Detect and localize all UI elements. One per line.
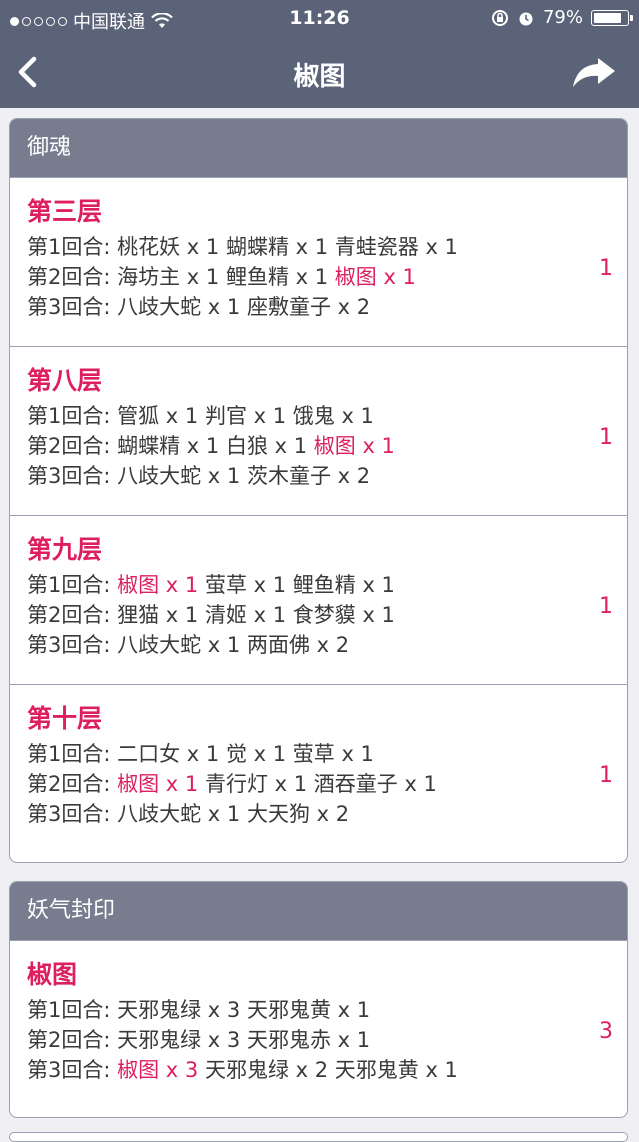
list-item[interactable]: 第九层 第1回合: 椒图 x 1 萤草 x 1 鲤鱼精 x 1 第2回合: 狸猫…: [10, 515, 627, 684]
list-item[interactable]: 椒图 第1回合: 天邪鬼绿 x 3 天邪鬼黄 x 1 第2回合: 天邪鬼绿 x …: [10, 940, 627, 1109]
page-title: 椒图: [293, 62, 346, 92]
count-badge: 1: [599, 256, 613, 281]
round-line: 第1回合: 桃花妖 x 1 蝴蝶精 x 1 青蛙瓷器 x 1: [27, 235, 458, 259]
count-badge: 1: [599, 763, 613, 788]
count-badge: 3: [599, 1019, 613, 1044]
layer-title: 第八层: [27, 366, 103, 395]
battery-percent: 79%: [542, 7, 583, 28]
share-icon[interactable]: [571, 54, 617, 90]
status-bar: 中国联通 11:26 79%: [0, 0, 639, 36]
round-line: 第1回合: 椒图 x 1 萤草 x 1 鲤鱼精 x 1: [27, 573, 395, 597]
round-line: 第1回合: 天邪鬼绿 x 3 天邪鬼黄 x 1: [27, 998, 371, 1022]
round-line: 第3回合: 八歧大蛇 x 1 座敷童子 x 2: [27, 295, 371, 319]
round-line: 第2回合: 海坊主 x 1 鲤鱼精 x 1 椒图 x 1: [27, 265, 416, 289]
count-badge: 1: [599, 425, 613, 450]
round-line: 第2回合: 天邪鬼绿 x 3 天邪鬼赤 x 1: [27, 1028, 371, 1052]
round-line: 第1回合: 二口女 x 1 觉 x 1 萤草 x 1: [27, 742, 374, 766]
round-line: 第2回合: 椒图 x 1 青行灯 x 1 酒吞童子 x 1: [27, 772, 437, 796]
battery-icon: [591, 9, 633, 26]
section-header: 御魂: [10, 119, 627, 177]
round-line: 第2回合: 狸猫 x 1 清姬 x 1 食梦貘 x 1: [27, 603, 395, 627]
layer-title: 第三层: [27, 197, 103, 226]
list-item[interactable]: 第三层 第1回合: 桃花妖 x 1 蝴蝶精 x 1 青蛙瓷器 x 1 第2回合:…: [10, 177, 627, 346]
layer-title: 第十层: [27, 704, 103, 733]
round-line: 第3回合: 八歧大蛇 x 1 大天狗 x 2: [27, 802, 350, 826]
next-section-card: [9, 1132, 628, 1142]
round-line: 第1回合: 管狐 x 1 判官 x 1 饿鬼 x 1: [27, 404, 374, 428]
rotation-lock-icon: [491, 9, 508, 26]
round-line: 第3回合: 椒图 x 3 天邪鬼绿 x 2 天邪鬼黄 x 1: [27, 1058, 458, 1082]
nav-bar: 椒图: [0, 36, 639, 108]
layer-title: 椒图: [27, 960, 78, 989]
count-badge: 1: [599, 594, 613, 619]
layer-title: 第九层: [27, 535, 103, 564]
section-card-yaoqi: 妖气封印 椒图 第1回合: 天邪鬼绿 x 3 天邪鬼黄 x 1 第2回合: 天邪…: [9, 881, 628, 1118]
round-line: 第2回合: 蝴蝶精 x 1 白狼 x 1 椒图 x 1: [27, 434, 395, 458]
round-line: 第3回合: 八歧大蛇 x 1 两面佛 x 2: [27, 633, 350, 657]
list-item[interactable]: 第十层 第1回合: 二口女 x 1 觉 x 1 萤草 x 1 第2回合: 椒图 …: [10, 684, 627, 853]
round-line: 第3回合: 八歧大蛇 x 1 茨木童子 x 2: [27, 464, 371, 488]
section-header: 妖气封印: [10, 882, 627, 940]
status-right: 79%: [491, 7, 633, 28]
alarm-icon: [519, 12, 533, 25]
list-item[interactable]: 第八层 第1回合: 管狐 x 1 判官 x 1 饿鬼 x 1 第2回合: 蝴蝶精…: [10, 346, 627, 515]
section-card-yuhun: 御魂 第三层 第1回合: 桃花妖 x 1 蝴蝶精 x 1 青蛙瓷器 x 1 第2…: [9, 118, 628, 863]
